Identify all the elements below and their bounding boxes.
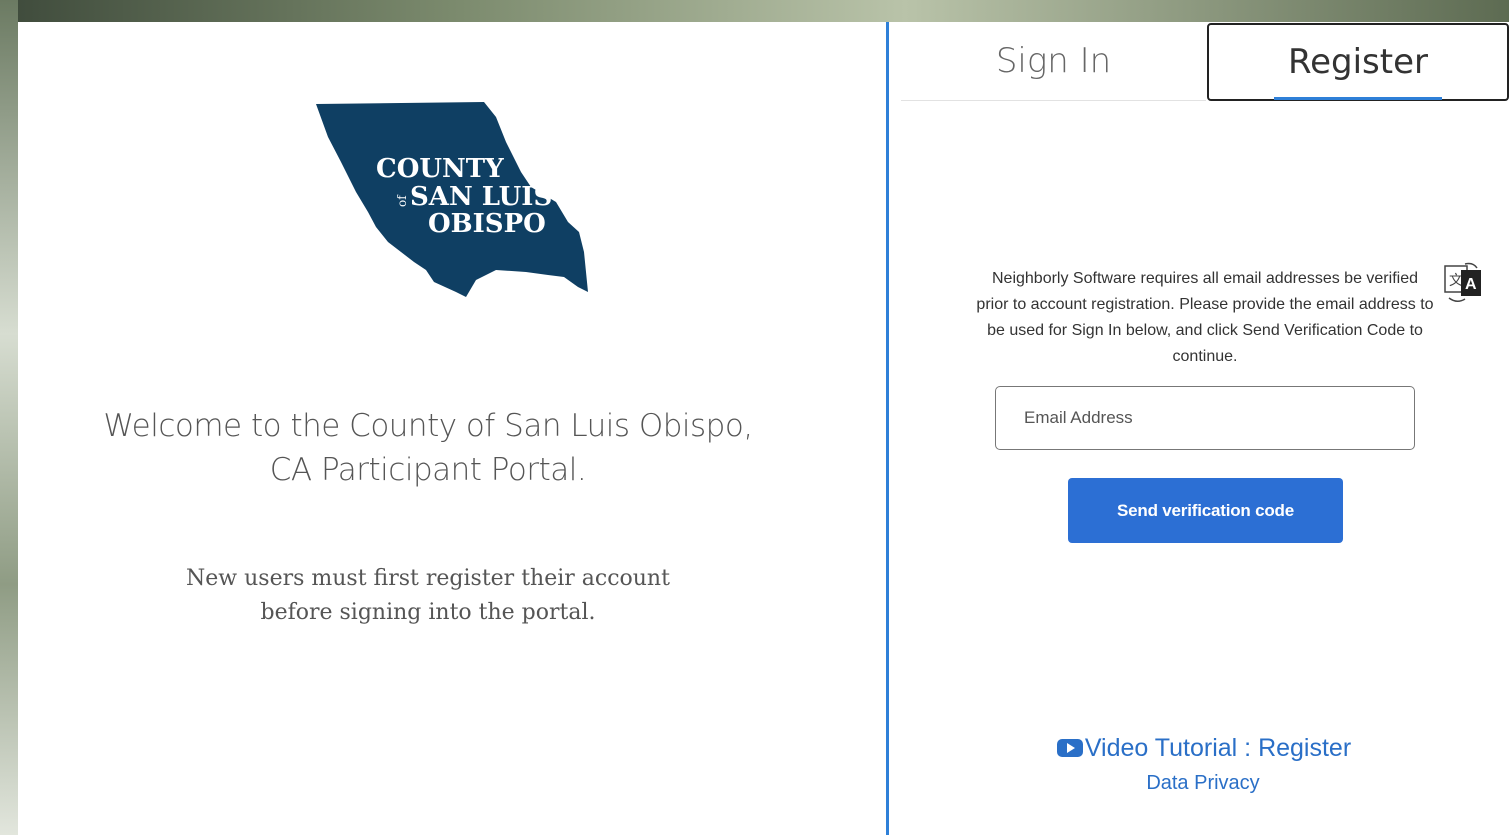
logo-text-obispo: OBISPO	[428, 209, 546, 239]
youtube-icon	[1056, 739, 1083, 757]
new-users-note: New users must first register their acco…	[186, 566, 670, 625]
tab-sign-in[interactable]: Sign In	[901, 22, 1206, 101]
active-tab-indicator	[1274, 97, 1442, 100]
county-logo: COUNTY of SAN LUIS OBISPO	[316, 102, 588, 297]
video-tutorial-label: Video Tutorial : Register	[1084, 733, 1352, 762]
svg-text:A: A	[1465, 276, 1477, 293]
send-verification-code-button[interactable]: Send verification code	[1068, 478, 1343, 543]
auth-panel: Sign In Register Neighborly Software req…	[889, 22, 1509, 835]
video-tutorial-link[interactable]: Video Tutorial : Register	[999, 730, 1409, 766]
logo-text-of: of	[395, 194, 409, 207]
welcome-panel: COUNTY of SAN LUIS OBISPO Welcome to the…	[18, 22, 886, 835]
verification-instructions: Neighborly Software requires all email a…	[976, 270, 1434, 365]
welcome-heading: Welcome to the County of San Luis Obispo…	[103, 408, 753, 488]
logo-text-county: COUNTY	[376, 154, 504, 184]
logo-text-san-luis: SAN LUIS	[410, 182, 552, 212]
background-image-left	[0, 0, 18, 835]
tab-register[interactable]: Register	[1207, 23, 1509, 101]
data-privacy-link[interactable]: Data Privacy	[1103, 768, 1303, 798]
background-image-top	[0, 0, 1509, 22]
email-address-input[interactable]	[995, 386, 1415, 450]
translate-icon[interactable]: 文 A	[1443, 262, 1483, 304]
svg-text:文: 文	[1449, 273, 1463, 289]
auth-tabs: Sign In Register	[889, 22, 1509, 102]
